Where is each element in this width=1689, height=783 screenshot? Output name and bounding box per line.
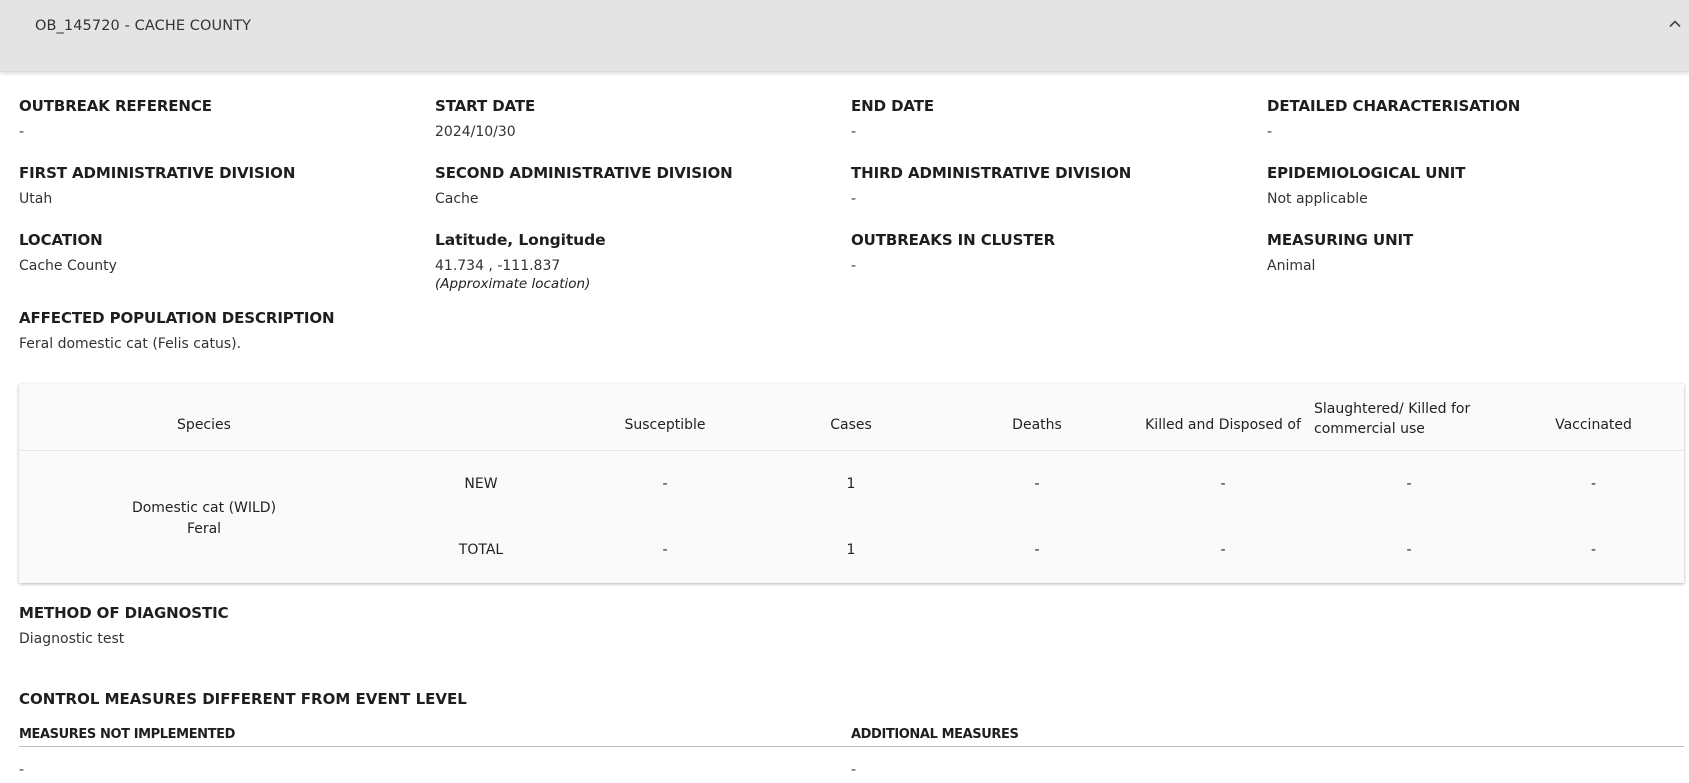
panel-title: OB_145720 - CACHE COUNTY — [35, 18, 252, 34]
field-detailed-characterisation: DETAILED CHARACTERISATION - — [1267, 96, 1667, 141]
cell-killed: - — [1220, 476, 1226, 492]
field-label: SECOND ADMINISTRATIVE DIVISION — [435, 164, 733, 182]
control-measures-title: CONTROL MEASURES DIFFERENT FROM EVENT LE… — [19, 690, 467, 708]
col-header-vaccinated: Vaccinated — [1555, 417, 1632, 433]
field-label: OUTBREAK REFERENCE — [19, 97, 212, 115]
field-end-date: END DATE - — [851, 96, 1251, 141]
field-label: DETAILED CHARACTERISATION — [1267, 97, 1521, 115]
cell-vaccinated: - — [1590, 476, 1597, 492]
field-label: Latitude, Longitude — [435, 231, 606, 249]
field-outbreak-reference: OUTBREAK REFERENCE - — [19, 96, 419, 141]
field-value: - — [19, 124, 25, 140]
field-value: Animal — [1267, 258, 1316, 274]
additional-measures-value: - — [851, 762, 857, 778]
field-label: METHOD OF DIAGNOSTIC — [19, 604, 229, 622]
cell-slaughtered: - — [1406, 542, 1412, 558]
field-value: Cache — [435, 191, 479, 207]
table-header-row: Species Susceptible Cases Deaths Killed … — [19, 384, 1684, 451]
field-value: - — [851, 191, 857, 207]
field-value: Diagnostic test — [19, 631, 125, 647]
approximate-location-note: (Approximate location) — [435, 276, 591, 292]
field-location: LOCATION Cache County — [19, 230, 419, 275]
field-method-of-diagnostic: METHOD OF DIAGNOSTIC Diagnostic test — [19, 603, 419, 648]
col-header-susceptible: Susceptible — [624, 417, 706, 433]
field-label: THIRD ADMINISTRATIVE DIVISION — [851, 164, 1132, 182]
species-name-line1: Domestic cat (WILD) — [131, 500, 277, 516]
cell-deaths: - — [1034, 476, 1040, 492]
field-label: END DATE — [851, 97, 935, 115]
field-start-date: START DATE 2024/10/30 — [435, 96, 835, 141]
field-outbreaks-in-cluster: OUTBREAKS IN CLUSTER - — [851, 230, 1251, 275]
field-value: - — [1267, 124, 1273, 140]
col-header-species: Species — [177, 417, 231, 433]
outbreak-panel-header[interactable]: OB_145720 - CACHE COUNTY — [0, 0, 1689, 72]
species-name: Domestic cat (WILD) Feral — [19, 498, 389, 540]
cell-vaccinated: - — [1590, 542, 1597, 558]
field-label: START DATE — [435, 97, 536, 115]
cell-slaughtered: - — [1406, 476, 1412, 492]
species-table: Species Susceptible Cases Deaths Killed … — [19, 384, 1684, 583]
species-name-line2: Feral — [186, 521, 222, 537]
field-epidemiological-unit: EPIDEMIOLOGICAL UNIT Not applicable — [1267, 163, 1667, 208]
row-label: TOTAL — [458, 542, 504, 558]
field-label: OUTBREAKS IN CLUSTER — [851, 231, 1056, 249]
cell-killed: - — [1220, 542, 1226, 558]
measures-not-implemented-label: MEASURES NOT IMPLEMENTED — [19, 727, 236, 742]
field-label: LOCATION — [19, 231, 103, 249]
field-value: Not applicable — [1267, 191, 1368, 207]
field-value: - — [851, 258, 857, 274]
divider — [19, 746, 851, 747]
divider — [851, 746, 1684, 747]
field-value: 41.734 , -111.837 — [435, 258, 561, 274]
field-label: EPIDEMIOLOGICAL UNIT — [1267, 164, 1466, 182]
col-header-cases: Cases — [830, 417, 872, 433]
field-label: AFFECTED POPULATION DESCRIPTION — [19, 309, 335, 327]
row-label: NEW — [464, 476, 498, 492]
field-second-administrative-division: SECOND ADMINISTRATIVE DIVISION Cache — [435, 163, 835, 208]
field-value: Feral domestic cat (Felis catus). — [19, 336, 242, 352]
cell-susceptible: - — [662, 476, 668, 492]
field-value: Cache County — [19, 258, 117, 274]
field-measuring-unit: MEASURING UNIT Animal — [1267, 230, 1667, 275]
col-header-deaths: Deaths — [1012, 417, 1062, 433]
field-latitude-longitude: Latitude, Longitude 41.734 , -111.837 (A… — [435, 230, 835, 293]
field-third-administrative-division: THIRD ADMINISTRATIVE DIVISION - — [851, 163, 1251, 208]
chevron-up-icon[interactable] — [1667, 16, 1683, 32]
field-value: 2024/10/30 — [435, 124, 516, 140]
col-header-slaughtered-line1: Slaughtered/ Killed for — [1314, 401, 1471, 417]
cell-susceptible: - — [662, 542, 668, 558]
field-affected-population-description: AFFECTED POPULATION DESCRIPTION Feral do… — [19, 308, 819, 353]
field-label: MEASURING UNIT — [1267, 231, 1414, 249]
col-header-slaughtered-line2: commercial use — [1314, 421, 1425, 437]
cell-deaths: - — [1034, 542, 1040, 558]
field-label: FIRST ADMINISTRATIVE DIVISION — [19, 164, 296, 182]
additional-measures-label: ADDITIONAL MEASURES — [851, 727, 1019, 742]
field-value: - — [851, 124, 857, 140]
col-header-slaughtered: Slaughtered/ Killed for commercial use — [1314, 399, 1504, 439]
col-header-killed: Killed and Disposed of — [1145, 417, 1301, 433]
field-value: Utah — [19, 191, 53, 207]
cell-cases: 1 — [846, 476, 856, 492]
cell-cases: 1 — [846, 542, 856, 558]
field-first-administrative-division: FIRST ADMINISTRATIVE DIVISION Utah — [19, 163, 419, 208]
measures-not-implemented-value: - — [19, 762, 25, 778]
